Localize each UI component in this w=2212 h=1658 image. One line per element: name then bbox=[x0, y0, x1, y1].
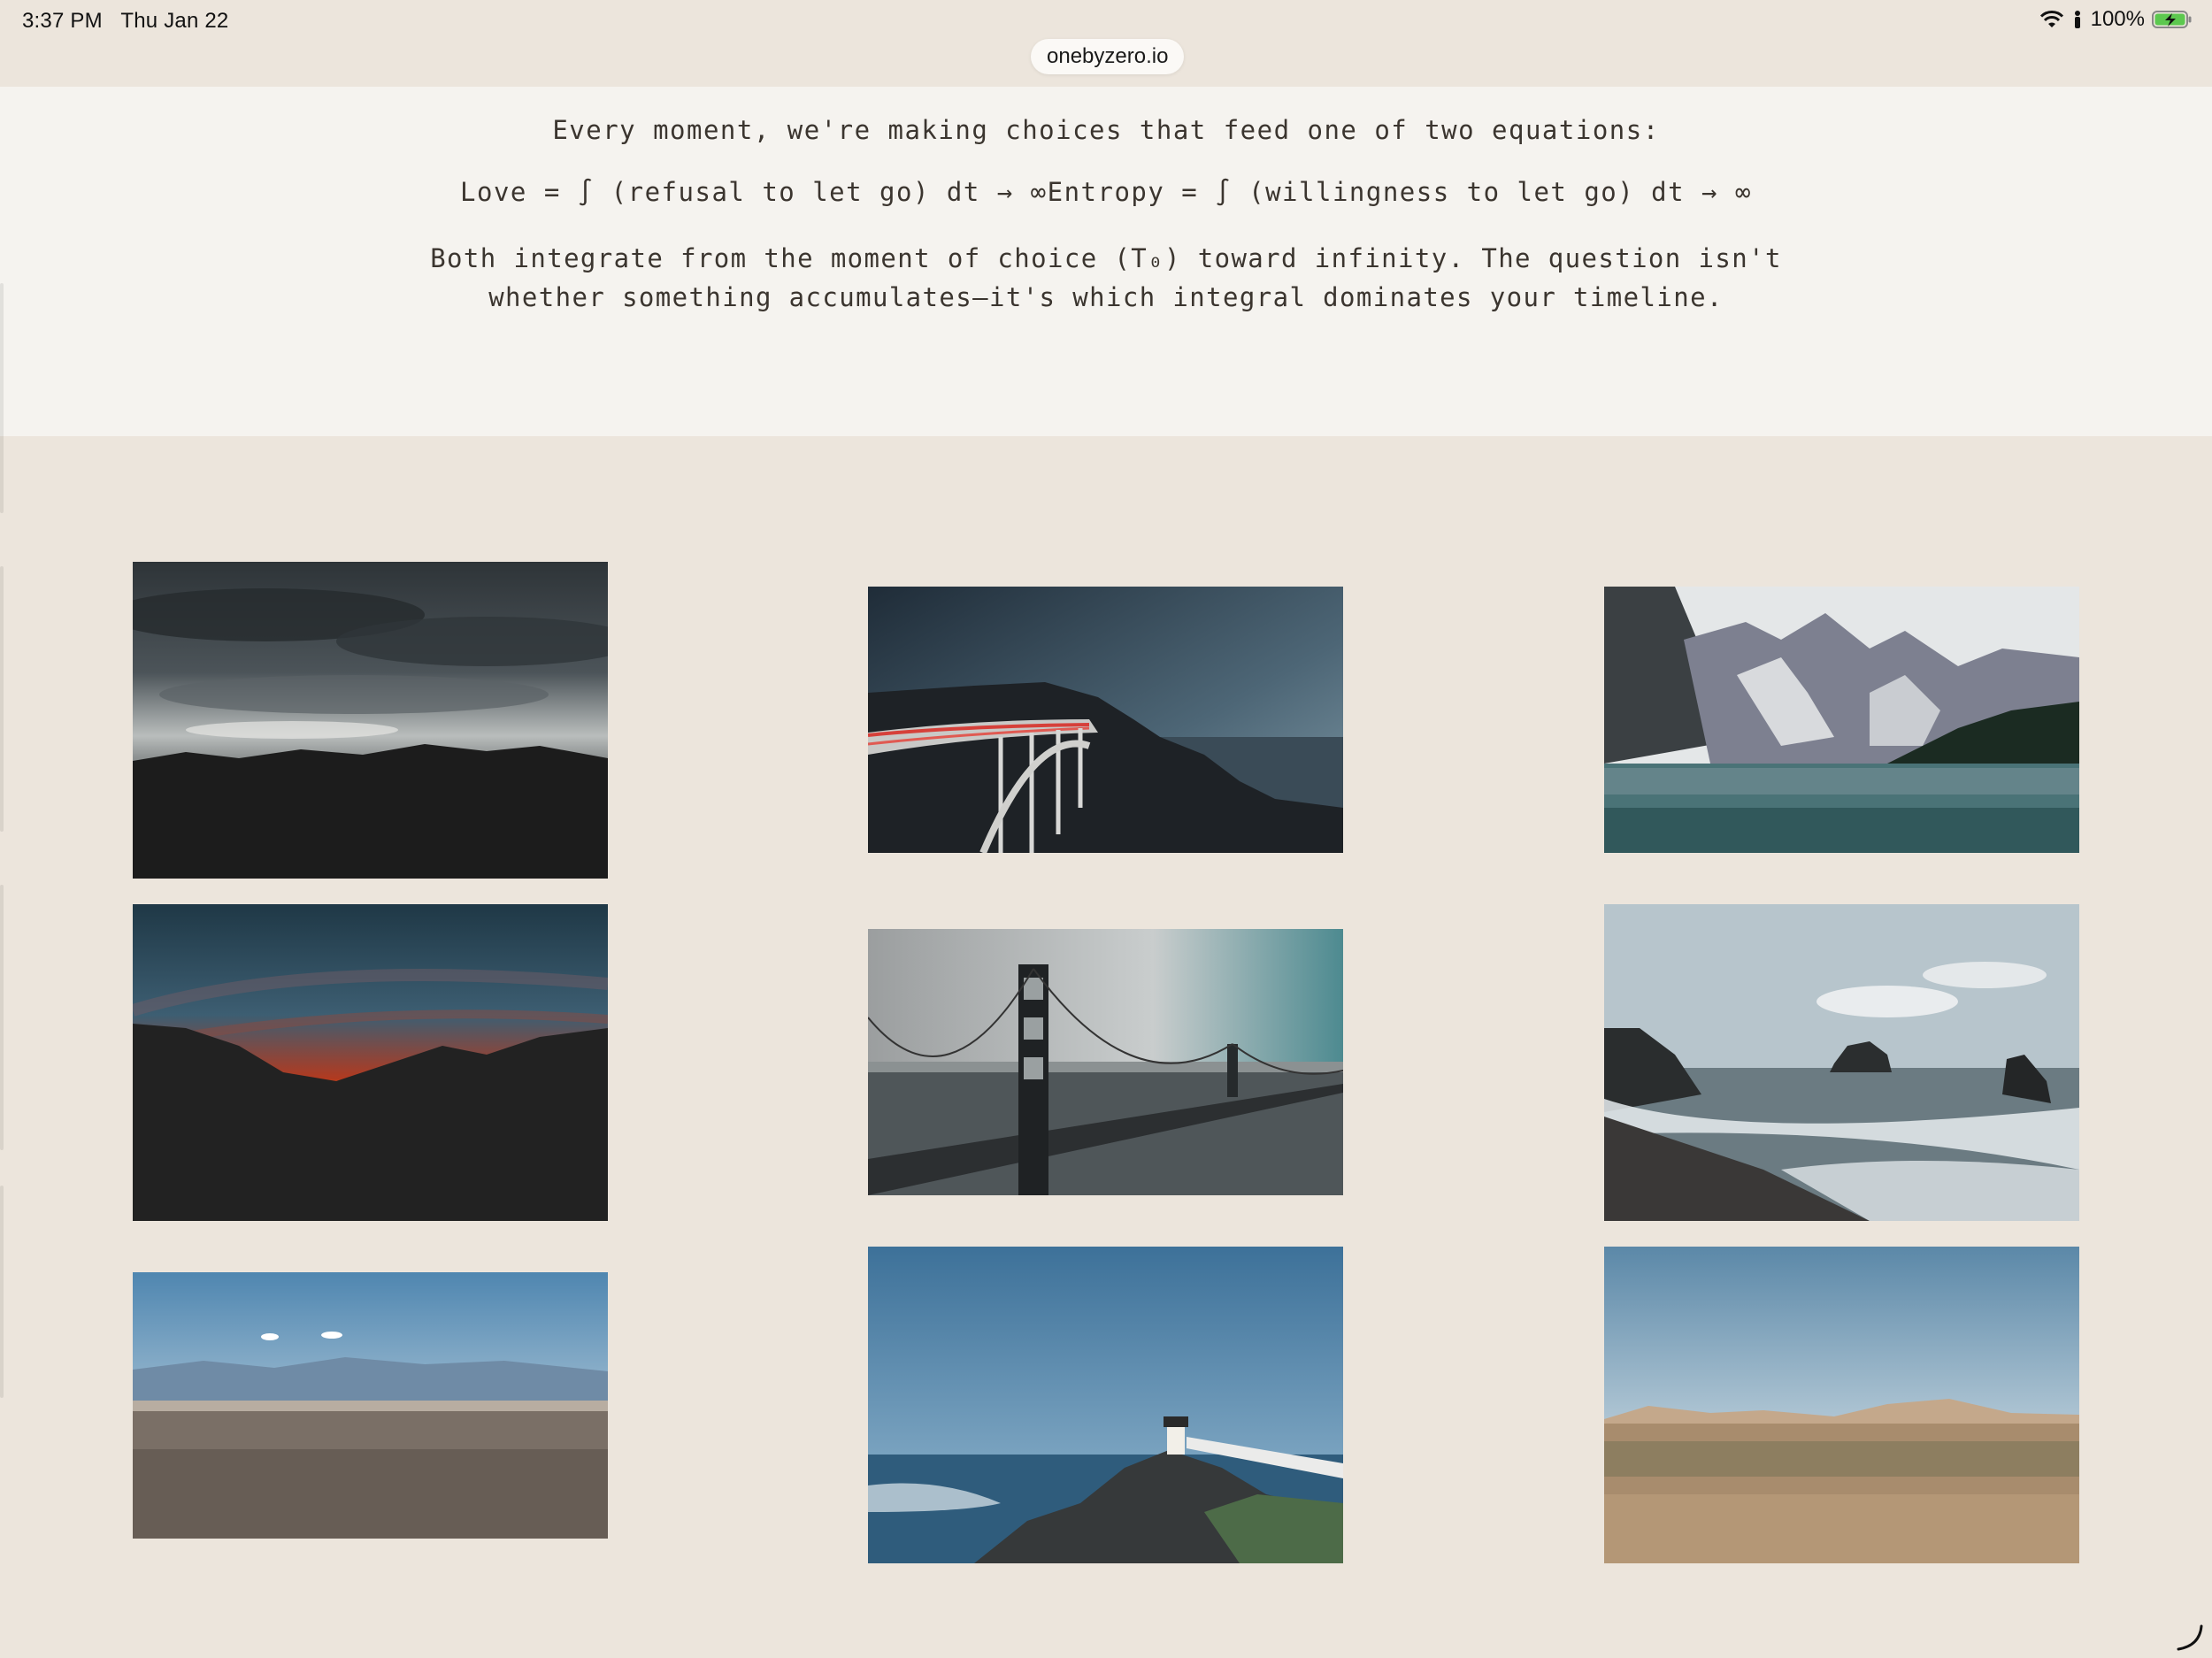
sidebar-edge-handle bbox=[0, 283, 4, 513]
coastal-bridge-light-trails-photo[interactable] bbox=[868, 587, 1343, 853]
battery-charging-icon bbox=[2152, 11, 2192, 28]
golden-gate-bridge-photo[interactable] bbox=[868, 929, 1343, 1195]
url-bar[interactable]: onebyzero.io bbox=[1031, 39, 1185, 74]
sidebar-edge-handle bbox=[0, 566, 4, 832]
sidebar-edge-handle bbox=[0, 1186, 4, 1398]
mountain-lake-photo[interactable] bbox=[1604, 587, 2079, 853]
conclusion-text: Both integrate from the moment of choice… bbox=[430, 243, 1782, 312]
status-right: 100% bbox=[2039, 7, 2193, 32]
status-date: Thu Jan 22 bbox=[120, 9, 229, 33]
person-icon bbox=[2074, 11, 2080, 28]
equations-text: Love = ∫ (refusal to let go) dt → ∞Entro… bbox=[460, 177, 1752, 207]
wifi-icon bbox=[2039, 11, 2063, 27]
desert-shrubland-photo[interactable] bbox=[1604, 1247, 2079, 1563]
rocky-beach-waves-photo[interactable] bbox=[1604, 904, 2079, 1221]
status-bar: 3:37 PM Thu Jan 22 100% onebyzero.io bbox=[0, 0, 2212, 87]
sidebar-edge-handle bbox=[0, 885, 4, 1150]
desert-plain-photo[interactable] bbox=[133, 1272, 608, 1539]
corner-swipe-icon[interactable] bbox=[2175, 1623, 2205, 1653]
stormy-sky-silhouette-photo[interactable] bbox=[133, 562, 608, 879]
status-time: 3:37 PM Thu Jan 22 bbox=[22, 9, 229, 33]
intro-text: Every moment, we're making choices that … bbox=[552, 115, 1660, 145]
equations-section: Every moment, we're making choices that … bbox=[0, 87, 2212, 436]
battery-percentage: 100% bbox=[2090, 7, 2145, 31]
red-sunset-mountains-photo[interactable] bbox=[133, 904, 608, 1221]
lighthouse-cliff-photo[interactable] bbox=[868, 1247, 1343, 1563]
